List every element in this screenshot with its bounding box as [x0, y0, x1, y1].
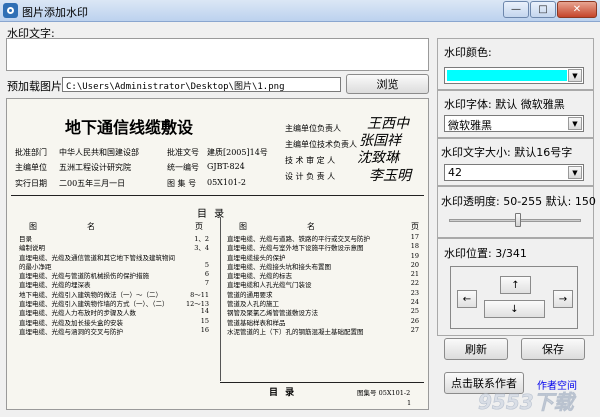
close-button[interactable]: ✕	[557, 1, 597, 18]
maximize-button[interactable]: □	[530, 1, 556, 18]
toc-row: 直埋电缆、光缆及加长接头盒的安装 15	[19, 316, 209, 326]
preview-responsible-label: 主编单位技术负责人	[285, 140, 357, 149]
toc-row: 目录 1、2	[19, 235, 209, 243]
position-pad: ↑ ← → ↓	[450, 266, 578, 329]
preview-title: 地下通信线缆敷设	[65, 118, 194, 137]
preview-info-value: 05X101-2	[207, 178, 246, 187]
font-value: 微软雅黑	[448, 119, 492, 132]
svg-text:9553下载: 9553下载	[478, 390, 577, 414]
preview-info-value: 二00五年三月一日	[59, 179, 126, 188]
preview-responsible-label: 设 计 负 责 人	[285, 172, 336, 181]
toc-row: 管道基础样表和样品 26	[227, 316, 419, 326]
preview-toc-col-head: 页	[195, 222, 203, 231]
toc-row: 直埋电缆和人孔光缆气门装设 22	[227, 279, 419, 289]
size-label: 水印文字大小: 默认16号字	[441, 146, 573, 159]
image-preview: 地下通信线缆敷设 批准部门 中华人民共和国建设部 主编单位 五洲工程设计研究院 …	[6, 98, 429, 410]
preview-toc-col-head: 图	[239, 222, 247, 231]
browse-button[interactable]: 浏览	[346, 74, 429, 94]
preview-footer-title: 目 录	[269, 388, 297, 398]
minimize-button[interactable]: —	[503, 1, 529, 18]
toc-row: 直埋电缆、光缆与管道防机械损伤的保护措施 6	[19, 270, 209, 280]
preview-info-key: 批准文号	[167, 148, 199, 157]
image-path-field[interactable]: C:\Users\Administrator\Desktop\图片\1.png	[62, 77, 341, 92]
opacity-label: 水印透明度: 50-255 默认: 150	[441, 195, 596, 208]
preview-footer-page: 1	[407, 399, 412, 407]
position-label: 水印位置: 3/341	[444, 247, 527, 260]
toc-row: 管道及人孔的施工 24	[227, 298, 419, 308]
chevron-down-icon: ▼	[568, 166, 582, 179]
move-right-button[interactable]: →	[553, 290, 573, 308]
preview-footer-code: 图集号 05X101-2	[357, 389, 411, 397]
toc-row: 地下电缆、光缆引入建筑物的做法（一）～（二） 8～11	[19, 290, 209, 299]
refresh-button[interactable]: 刷新	[444, 338, 508, 360]
preview-toc-left: 目录 1、2 编制说明 3、4 直埋电缆、光缆及通信管道和其它地下管线及建筑物间 的…	[19, 233, 209, 335]
color-swatch	[447, 70, 567, 81]
toc-row: 编制说明 3、4	[19, 244, 209, 253]
preview-toc-col-head: 名	[307, 222, 315, 231]
toc-row: 水泥管道的上（下）孔的钢筋混凝土基础配置图 27	[227, 325, 419, 336]
preview-divider	[11, 195, 424, 196]
toc-row: 直埋电缆、光缆与涵洞的交叉与防护 16	[19, 325, 209, 336]
preview-info-value: 中华人民共和国建设部	[59, 148, 139, 157]
preview-info-key: 实行日期	[15, 179, 47, 188]
preview-info-key: 图 集 号	[167, 179, 197, 188]
chevron-down-icon: ▼	[568, 117, 582, 130]
preview-info-value: 建质[2005]14号	[207, 148, 268, 157]
toc-row: 直埋电缆、光缆接头坑和接头布置图 20	[227, 260, 419, 271]
save-button[interactable]: 保存	[521, 338, 585, 360]
font-dropdown[interactable]: 微软雅黑 ▼	[444, 115, 584, 132]
move-up-button[interactable]: ↑	[500, 276, 531, 294]
preview-toc-separator	[220, 217, 221, 381]
preview-toc-heading: 目 录	[197, 209, 227, 220]
toc-row: 直埋电缆、光缆及通信管道和其它地下管线及建筑物间	[19, 253, 175, 261]
preview-toc-right: 直埋电缆、光缆与道路、铁路的平行或交叉与防护 17 直埋电缆、光缆与室外地下设施平…	[227, 233, 419, 335]
preview-info-key: 批准部门	[15, 148, 47, 157]
preview-info-value: GJBT-824	[207, 162, 245, 171]
toc-row: 直埋电缆、光缆的标志 21	[227, 270, 419, 280]
chevron-down-icon: ▼	[568, 69, 582, 82]
toc-row: 管道的通用要求 23	[227, 288, 419, 299]
app-icon	[3, 3, 18, 18]
color-dropdown[interactable]: ▼	[444, 67, 584, 84]
preload-image-label: 预加载图片:	[7, 80, 66, 93]
toc-row: 直埋电缆、光缆与道路、铁路的平行或交叉与防护 17	[227, 233, 419, 243]
preview-signature: 沈致琳	[357, 150, 399, 166]
toc-row: 直埋电缆接头的保护 19	[227, 251, 419, 261]
opacity-slider-thumb[interactable]	[514, 213, 521, 227]
preview-toc-col-head: 页	[411, 222, 419, 231]
preview-signature: 李玉明	[369, 168, 411, 184]
move-left-button[interactable]: ←	[457, 290, 477, 308]
toc-row: 直埋电缆、光缆与室外地下设施平行敷设示意图 18	[227, 242, 419, 252]
preview-responsible-label: 主编单位负责人	[285, 124, 341, 133]
site-watermark-logo: 9553下载	[476, 388, 596, 415]
window-title: 图片添加水印	[22, 6, 88, 19]
toc-row: 的最小净距 5	[19, 260, 209, 271]
toc-row: 直埋电缆、光缆人力布放时的步骤及人数 14	[19, 307, 209, 317]
toc-row: 直埋电缆、光缆的埋深表 7	[19, 279, 209, 289]
toc-row: 直埋电缆、光缆引入建筑物作墙的方式（一）、（二） 12～13	[19, 300, 209, 309]
move-down-button[interactable]: ↓	[484, 300, 545, 318]
title-bar: 图片添加水印 — □ ✕	[0, 0, 600, 22]
preview-footer-divider	[220, 382, 424, 383]
watermark-text-input[interactable]	[6, 38, 429, 71]
preview-info-key: 统一编号	[167, 163, 199, 172]
window-controls: — □ ✕	[503, 1, 597, 18]
font-label: 水印字体: 默认 微软雅黑	[444, 98, 565, 111]
size-value: 42	[448, 166, 462, 179]
color-label: 水印颜色:	[444, 46, 492, 59]
preview-info-value: 五洲工程设计研究院	[59, 163, 131, 172]
preview-toc-col-head: 名	[87, 222, 95, 231]
preview-responsible-label: 技 术 审 定 人	[285, 156, 336, 165]
preview-info-key: 主编单位	[15, 163, 47, 172]
toc-row: 钢管及聚氯乙烯管管道敷设方法 25	[227, 307, 419, 317]
size-dropdown[interactable]: 42 ▼	[444, 164, 584, 181]
preview-toc-col-head: 图	[29, 222, 37, 231]
